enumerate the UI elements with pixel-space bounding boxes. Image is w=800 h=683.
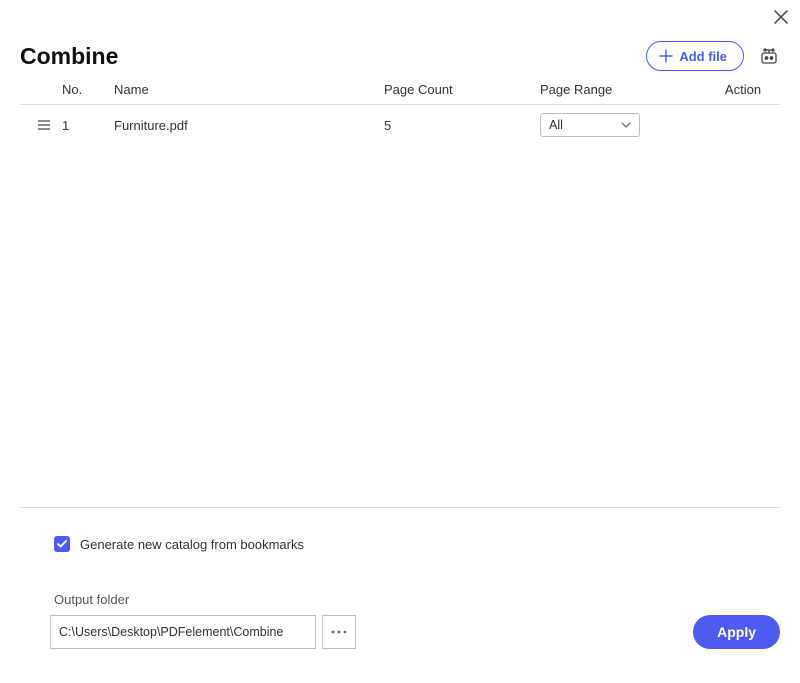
cell-range: All [540, 113, 688, 137]
footer: Generate new catalog from bookmarks Outp… [20, 507, 780, 683]
generate-catalog-checkbox[interactable] [54, 536, 70, 552]
cell-count: 5 [384, 118, 540, 133]
table-row: 1 Furniture.pdf 5 All [20, 105, 780, 145]
cell-no: 1 [62, 118, 114, 133]
cell-name: Furniture.pdf [114, 118, 384, 133]
robot-icon [758, 45, 780, 67]
check-icon [57, 540, 67, 548]
close-icon [774, 10, 788, 24]
apply-button[interactable]: Apply [693, 615, 780, 649]
browse-button[interactable] [322, 615, 356, 649]
header-actions: Add file [646, 41, 780, 71]
divider [20, 507, 780, 508]
col-range: Page Range [540, 82, 688, 97]
header: Combine Add file [20, 38, 780, 74]
col-no: No. [62, 82, 114, 97]
drag-handle[interactable] [20, 120, 62, 130]
generate-catalog-row: Generate new catalog from bookmarks [54, 536, 780, 552]
table-header: No. Name Page Count Page Range Action [20, 78, 780, 100]
col-action: Action [688, 82, 780, 97]
col-name: Name [114, 82, 384, 97]
add-file-button[interactable]: Add file [646, 41, 744, 71]
file-table: No. Name Page Count Page Range Action 1 … [20, 78, 780, 145]
generate-catalog-label: Generate new catalog from bookmarks [80, 537, 304, 552]
page-title: Combine [20, 43, 118, 70]
plus-icon [659, 49, 673, 63]
output-folder-input[interactable] [50, 615, 316, 649]
output-left [50, 615, 356, 649]
output-row: Apply [50, 615, 780, 649]
ai-assistant-button[interactable] [758, 45, 780, 67]
close-button[interactable] [772, 8, 790, 26]
col-count: Page Count [384, 82, 540, 97]
output-folder-label: Output folder [54, 592, 780, 607]
page-range-value: All [549, 118, 563, 132]
ellipsis-icon [331, 630, 347, 634]
drag-lines-icon [38, 120, 50, 130]
add-file-label: Add file [679, 49, 727, 64]
page-range-select[interactable]: All [540, 113, 640, 137]
chevron-down-icon [621, 122, 631, 128]
